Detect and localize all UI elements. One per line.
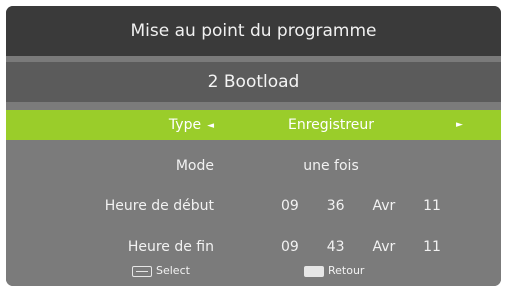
dialog-title: Mise au point du programme bbox=[6, 6, 501, 56]
exit-key-icon bbox=[304, 265, 324, 277]
back-hint-label: Retour bbox=[328, 264, 365, 277]
start-time-value: 09 36 Avr 11 bbox=[281, 191, 441, 221]
start-minute: 36 bbox=[326, 198, 345, 214]
start-hour: 09 bbox=[281, 198, 299, 214]
chevron-left-icon[interactable]: ◄ bbox=[207, 121, 214, 131]
mode-label: Mode bbox=[175, 158, 214, 174]
key-hints-footer: Select Retour bbox=[6, 256, 501, 286]
type-label-wrapper: Type ◄ bbox=[169, 110, 214, 141]
program-name: 2 Bootload bbox=[6, 62, 501, 102]
setting-row-mode[interactable]: Mode une fois bbox=[6, 151, 501, 181]
type-label: Type bbox=[168, 117, 202, 133]
settings-list: Type ◄ Enregistreur ► Mode une fois Heure… bbox=[6, 102, 501, 286]
type-value: Enregistreur bbox=[287, 117, 375, 133]
start-month: Avr bbox=[372, 198, 396, 214]
program-setup-dialog: Mise au point du programme 2 Bootload Ty… bbox=[6, 6, 501, 286]
select-hint-label: Select bbox=[156, 264, 190, 277]
setting-row-start-time[interactable]: Heure de début 09 36 Avr 11 bbox=[6, 191, 501, 221]
back-hint: Retour bbox=[304, 256, 364, 286]
select-hint: Select bbox=[132, 256, 190, 286]
start-time-label: Heure de début bbox=[104, 198, 214, 214]
mode-value: une fois bbox=[303, 158, 359, 174]
chevron-right-icon[interactable]: ► bbox=[456, 110, 463, 140]
setting-row-type[interactable]: Type ◄ Enregistreur ► bbox=[6, 110, 501, 140]
ok-key-icon bbox=[132, 265, 152, 277]
start-day: 11 bbox=[423, 198, 441, 214]
